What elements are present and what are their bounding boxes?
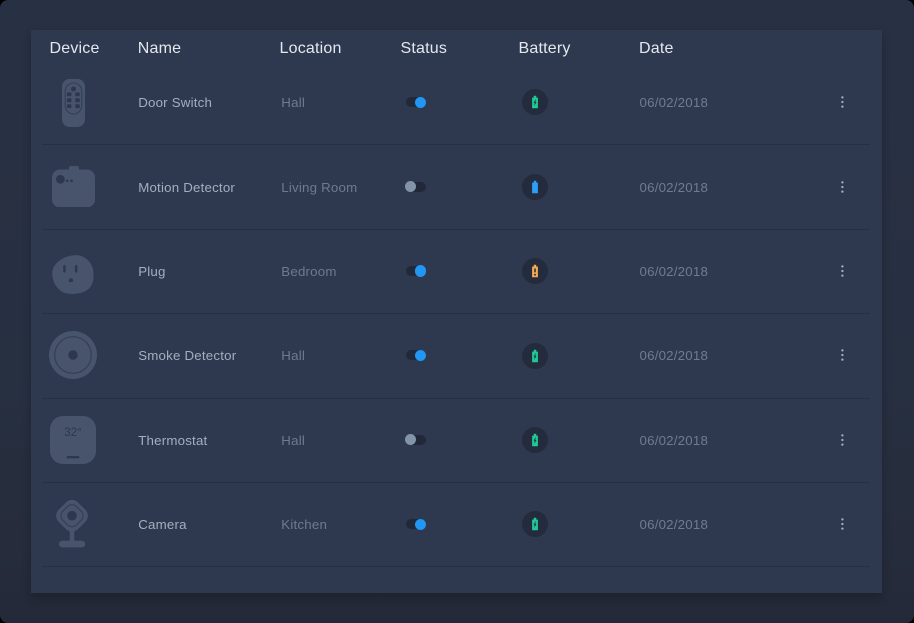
svg-text:32°: 32°	[64, 427, 81, 439]
